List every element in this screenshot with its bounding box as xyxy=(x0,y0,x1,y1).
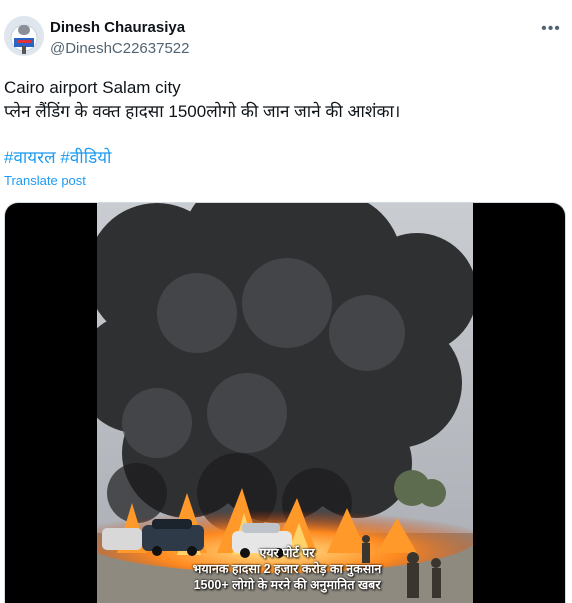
hashtag-link[interactable]: #वीडियो xyxy=(60,148,111,167)
hashtag-link[interactable]: #वायरल xyxy=(4,148,56,167)
post-text: Cairo airport Salam city प्लेन लैंडिंग क… xyxy=(4,76,564,124)
more-options-button[interactable]: ••• xyxy=(538,18,564,40)
tweet: Dinesh Chaurasiya @DineshC22637522 ••• C… xyxy=(0,0,572,603)
video-frame: एयर पोर्ट पर भयानक हादसा 2 हजार करोड़ का… xyxy=(97,203,473,603)
video-caption-line-2: भयानक हादसा 2 हजार करोड़ का नुकसान xyxy=(192,562,382,576)
video-caption-line-3: 1500+ लोगो के मरने की अनुमानित खबर xyxy=(193,578,381,592)
video-caption-line-1: एयर पोर्ट पर xyxy=(259,546,315,560)
author-name[interactable]: Dinesh Chaurasiya xyxy=(50,19,185,37)
fire-smoke-scene-image xyxy=(97,203,473,603)
hashtags: #वायरल #वीडियो xyxy=(4,146,111,170)
post-text-line-1: Cairo airport Salam city xyxy=(4,78,181,97)
post-text-line-2: प्लेन लैंडिंग के वक्त हादसा 1500लोगो की … xyxy=(4,102,401,121)
ellipsis-icon: ••• xyxy=(541,20,561,37)
author-handle[interactable]: @DineshC22637522 xyxy=(50,40,190,58)
translate-post-link[interactable]: Translate post xyxy=(4,173,86,189)
avatar-image xyxy=(4,16,44,56)
video-player[interactable]: एयर पोर्ट पर भयानक हादसा 2 हजार करोड़ का… xyxy=(4,202,566,603)
avatar[interactable] xyxy=(4,16,44,56)
